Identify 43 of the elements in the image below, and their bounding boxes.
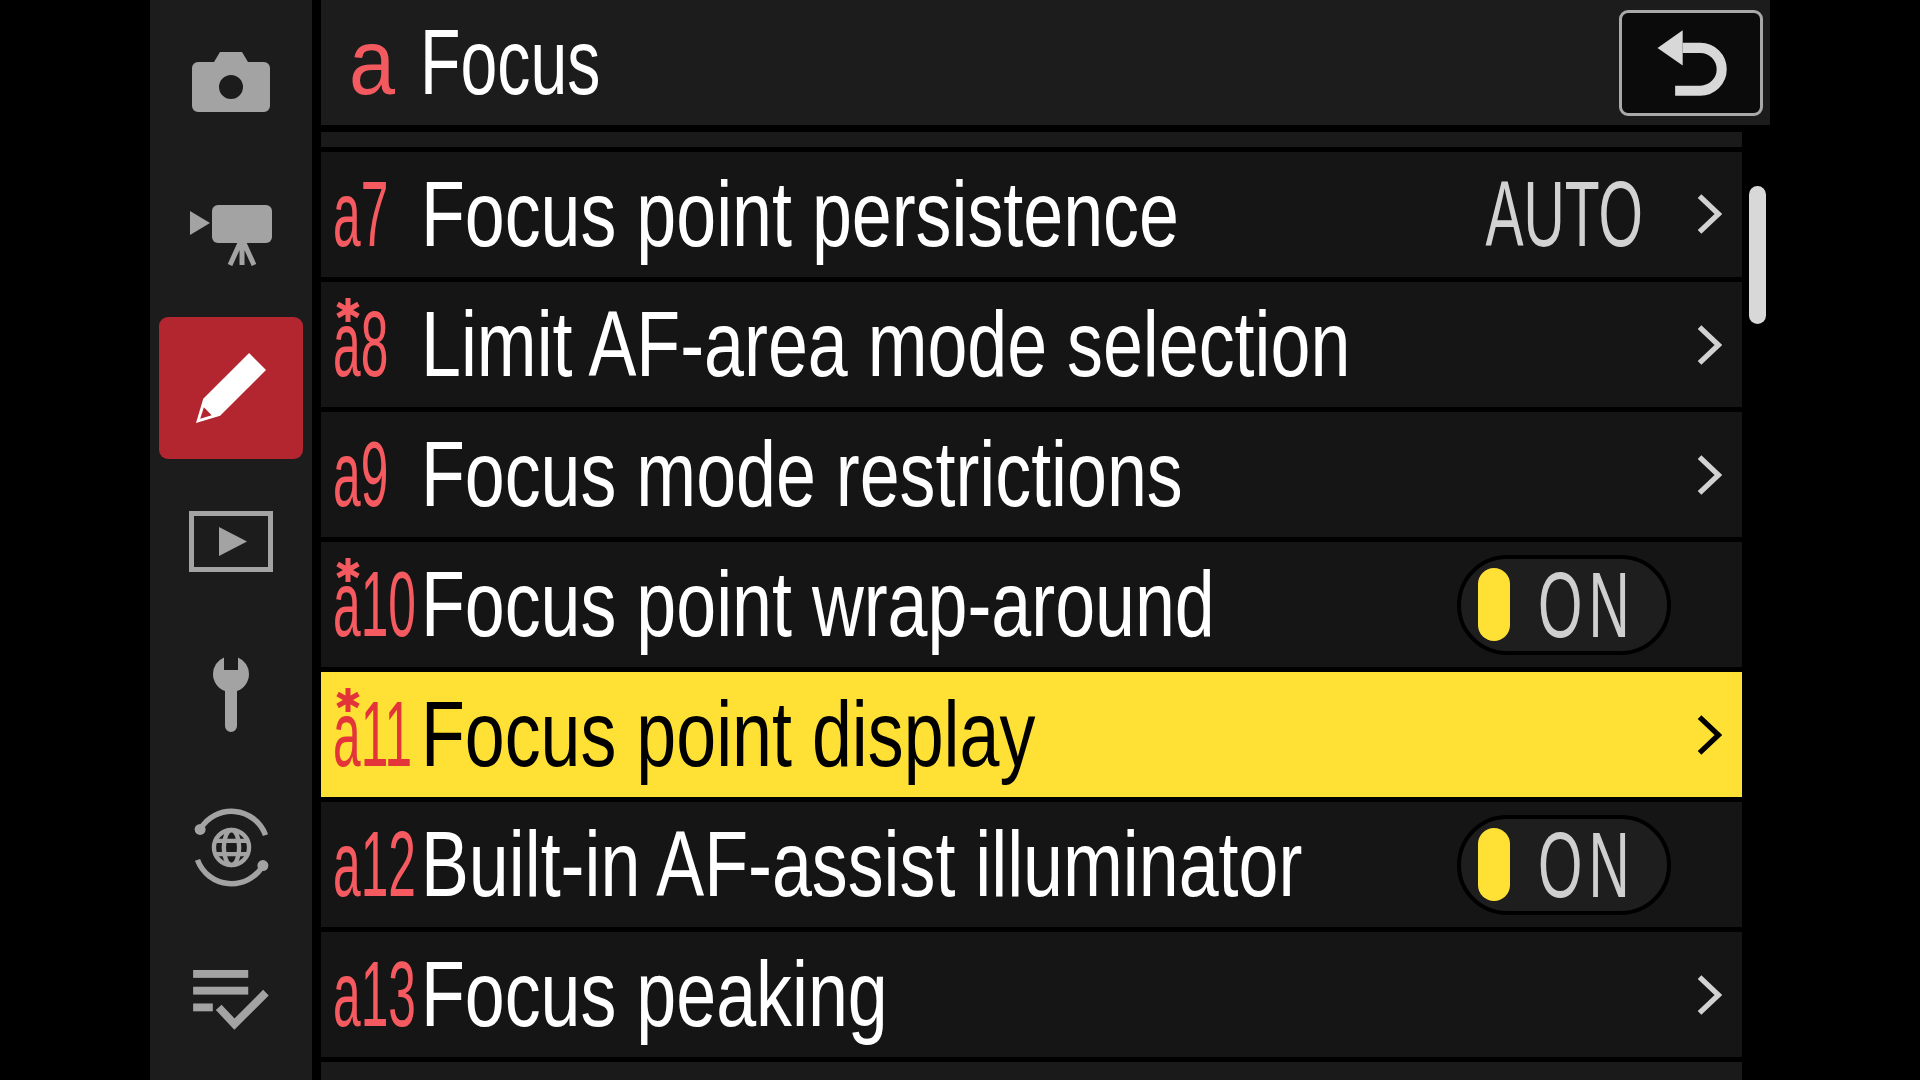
toggle-switch[interactable]: ON <box>1457 554 1671 655</box>
toggle-switch[interactable]: ON <box>1457 814 1671 915</box>
setting-value: AUTO <box>1485 161 1643 267</box>
setting-label: Focus point persistence <box>421 161 1179 267</box>
chevron-right-icon <box>1696 193 1722 236</box>
chevron-right-icon <box>1696 453 1722 496</box>
menu-title: Focus <box>420 9 601 115</box>
toggle-indicator-icon <box>1478 568 1510 641</box>
setting-label: Built-in AF-assist illuminator <box>421 811 1303 917</box>
setting-label: Focus point wrap-around <box>421 551 1215 657</box>
setting-code: a10 <box>333 551 416 657</box>
setting-code: a11 <box>333 681 413 787</box>
checklist-icon <box>192 969 270 1031</box>
globe-sync-icon <box>193 807 269 887</box>
camera-icon <box>192 52 270 112</box>
menu-row[interactable]: a9 Focus mode restrictions <box>321 412 1742 537</box>
menu-row[interactable]: a8 Limit AF-area mode selection <box>321 282 1742 407</box>
setting-label: Limit AF-area mode selection <box>421 291 1351 397</box>
setting-code: a8 <box>333 291 389 397</box>
setting-code: a9 <box>333 421 389 527</box>
wrench-icon <box>212 656 250 732</box>
setting-label: Focus mode restrictions <box>421 421 1183 527</box>
setting-label: Focus point display <box>421 681 1036 787</box>
chevron-right-icon <box>1696 973 1722 1016</box>
menu-row[interactable]: a10Focus point wrap-around ON <box>321 542 1742 667</box>
menu-row[interactable]: a7 Focus point persistence AUTO <box>321 152 1742 277</box>
toggle-indicator-icon <box>1478 828 1510 901</box>
play-screen-icon <box>189 510 273 572</box>
setting-code: a13 <box>333 941 416 1047</box>
section-code: a <box>349 9 396 115</box>
sidebar-tab[interactable] <box>159 317 303 459</box>
menu-row[interactable]: a12Built-in AF-assist illuminator ON <box>321 802 1742 927</box>
pencil-icon <box>196 353 266 423</box>
movie-camera-icon <box>190 204 272 266</box>
setting-label: Focus peaking <box>421 941 888 1047</box>
chevron-right-icon <box>1696 713 1722 756</box>
setting-code: a7 <box>333 161 389 267</box>
scrollbar-thumb[interactable] <box>1749 186 1766 324</box>
menu-row[interactable]: a11Focus point display <box>321 672 1742 797</box>
chevron-right-icon <box>1696 323 1722 366</box>
back-button[interactable] <box>1619 9 1763 116</box>
menu-row[interactable]: a13Focus peaking <box>321 932 1742 1057</box>
setting-code: a12 <box>333 811 416 917</box>
